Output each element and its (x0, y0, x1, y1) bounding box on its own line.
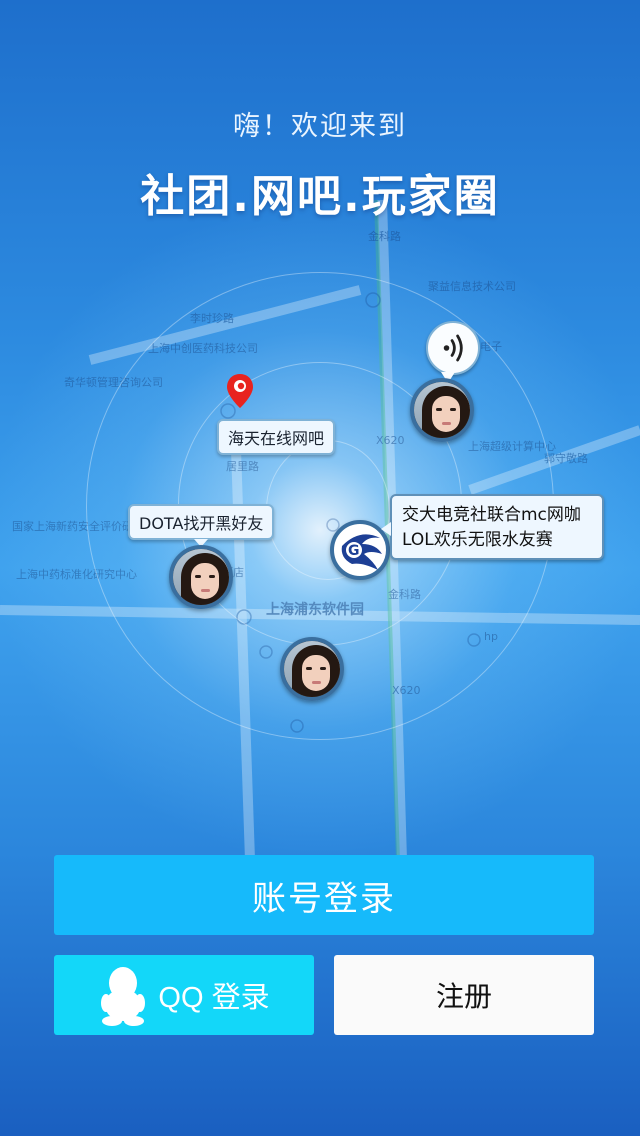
user-avatar[interactable] (280, 637, 344, 701)
qq-login-button[interactable]: QQ 登录 (54, 955, 314, 1035)
app-headline: 社团.网吧.玩家圈 (140, 171, 500, 222)
net-cafe-label[interactable]: 海天在线网吧 (217, 419, 336, 455)
qq-penguin-icon (101, 967, 146, 1026)
g-club-logo-icon: G (341, 534, 382, 570)
account-login-label: 账号登录 (252, 879, 396, 918)
dota-user-status[interactable]: DOTA找开黑好友 (128, 504, 275, 547)
map-label-guoshou: 郭守敬路 (544, 451, 588, 465)
svg-text:G: G (348, 543, 360, 559)
account-login-button[interactable]: 账号登录 (54, 855, 594, 935)
sound-bubble[interactable] (426, 321, 480, 383)
register-label: 注册 (435, 981, 492, 1012)
register-button[interactable]: 注册 (334, 955, 594, 1035)
location-pin-icon (227, 374, 253, 408)
user-avatar[interactable] (169, 545, 233, 609)
map-label-jinke: 金科路 (368, 229, 401, 243)
user-avatar[interactable] (410, 378, 474, 442)
event-text: 交大电竞社联合mc网咖 LOL欢乐无限水友赛 (402, 505, 581, 550)
qq-login-label: QQ 登录 (158, 982, 270, 1014)
welcome-text: 嗨！欢迎来到 (233, 111, 407, 142)
event-bubble[interactable]: 交大电竞社联合mc网咖 LOL欢乐无限水友赛 (381, 494, 604, 560)
sound-wave-icon (443, 334, 463, 362)
map-label-juyi: 聚益信息技术公司 (428, 279, 516, 293)
